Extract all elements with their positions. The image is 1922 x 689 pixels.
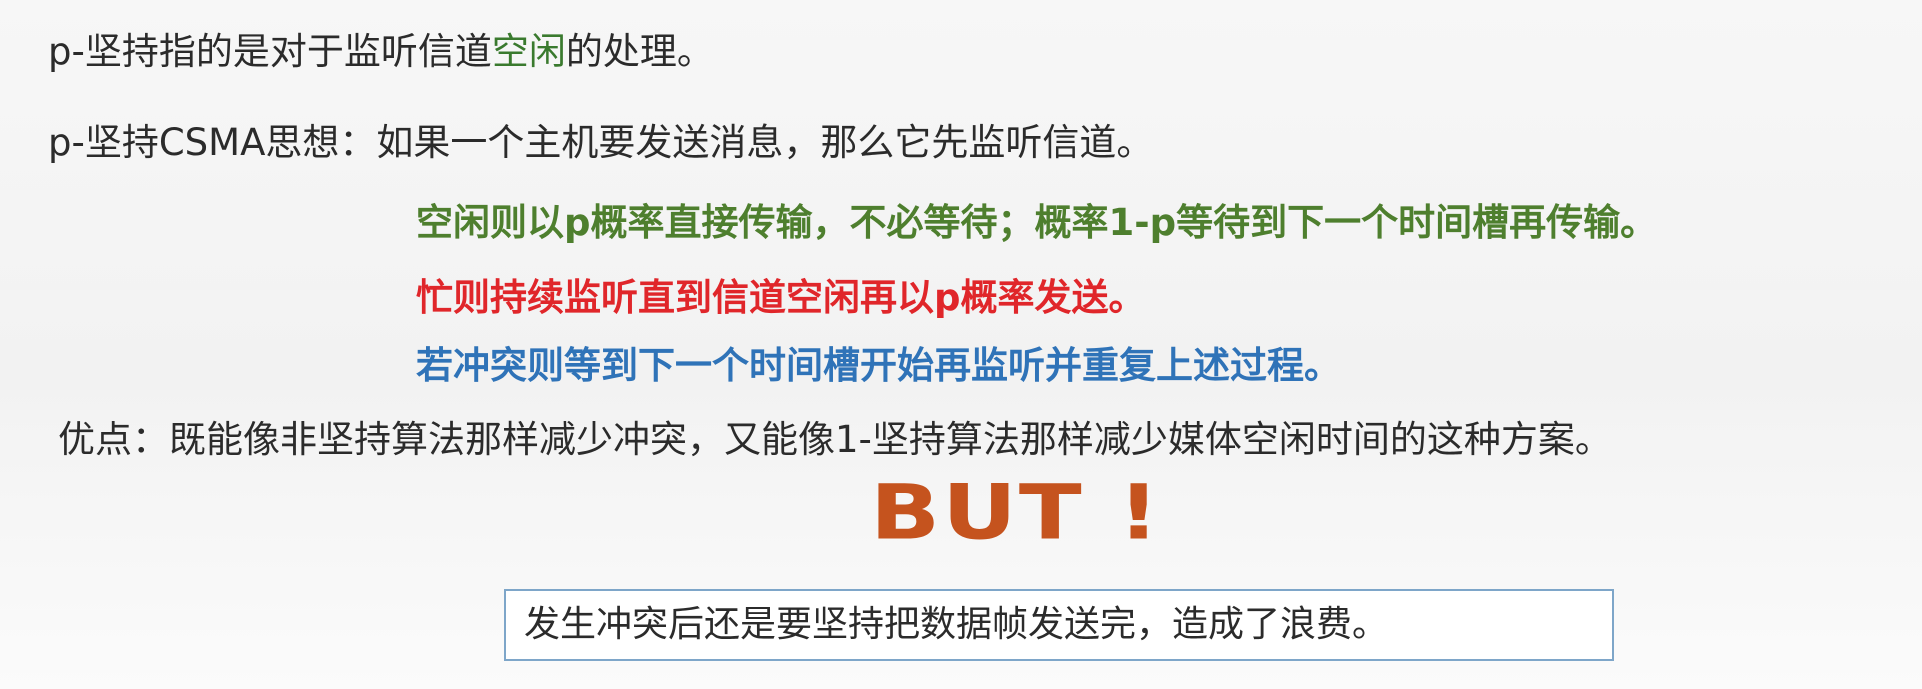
slide: p-坚持指的是对于监听信道空闲的处理。 p-坚持CSMA思想：如果一个主机要发送… (0, 0, 1922, 689)
idle-rule-line: 空闲则以p概率直接传输，不必等待；概率1-p等待到下一个时间槽再传输。 (416, 201, 1658, 244)
advantage-line: 优点：既能像非坚持算法那样减少冲突，又能像1-坚持算法那样减少媒体空闲时间的这种… (58, 418, 1612, 461)
definition-text-end: 的处理。 (565, 30, 714, 73)
definition-highlight: 空闲 (491, 30, 566, 73)
collision-rule-line: 若冲突则等到下一个时间槽开始再监听并重复上述过程。 (416, 344, 1341, 387)
busy-rule-line: 忙则持续监听直到信道空闲再以p概率发送。 (416, 276, 1146, 319)
but-headline: BUT ! (870, 468, 1162, 557)
idea-line: p-坚持CSMA思想：如果一个主机要发送消息，那么它先监听信道。 (48, 121, 1154, 164)
drawback-box: 发生冲突后还是要坚持把数据帧发送完，造成了浪费。 (504, 589, 1614, 661)
definition-line: p-坚持指的是对于监听信道空闲的处理。 (48, 28, 714, 76)
definition-text-start: p-坚持指的是对于监听信道 (48, 30, 492, 73)
drawback-text: 发生冲突后还是要坚持把数据帧发送完，造成了浪费。 (524, 604, 1389, 645)
